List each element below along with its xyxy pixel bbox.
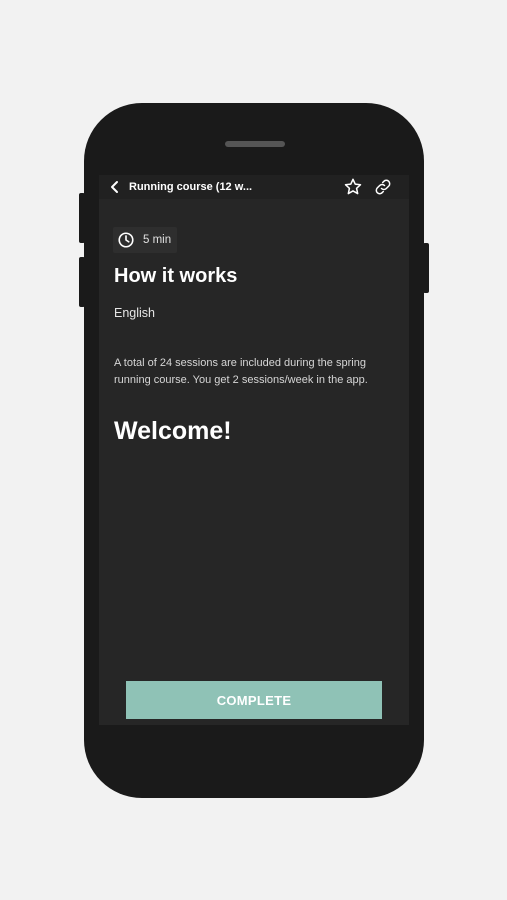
- phone-frame: Running course (12 w... 5 min How it wor…: [79, 103, 429, 798]
- course-description: A total of 24 sessions are included duri…: [114, 357, 368, 386]
- phone-speaker: [225, 141, 285, 147]
- clock-icon: [118, 232, 134, 248]
- nav-title: Running course (12 w...: [129, 181, 253, 193]
- app-screen: Running course (12 w... 5 min How it wor…: [99, 175, 409, 725]
- mute-switch: [79, 193, 85, 243]
- duration-label: 5 min: [143, 234, 172, 246]
- star-icon[interactable]: [343, 177, 363, 197]
- link-icon[interactable]: [374, 178, 392, 196]
- language-label: English: [114, 306, 155, 320]
- volume-button: [79, 257, 85, 307]
- complete-button[interactable]: COMPLETE: [126, 681, 382, 719]
- duration-badge: 5 min: [113, 227, 178, 253]
- power-button: [423, 243, 429, 293]
- top-bar: Running course (12 w...: [99, 175, 409, 199]
- page-title: How it works: [114, 265, 238, 287]
- welcome-heading: Welcome!: [114, 417, 232, 445]
- chevron-left-icon[interactable]: [109, 179, 121, 195]
